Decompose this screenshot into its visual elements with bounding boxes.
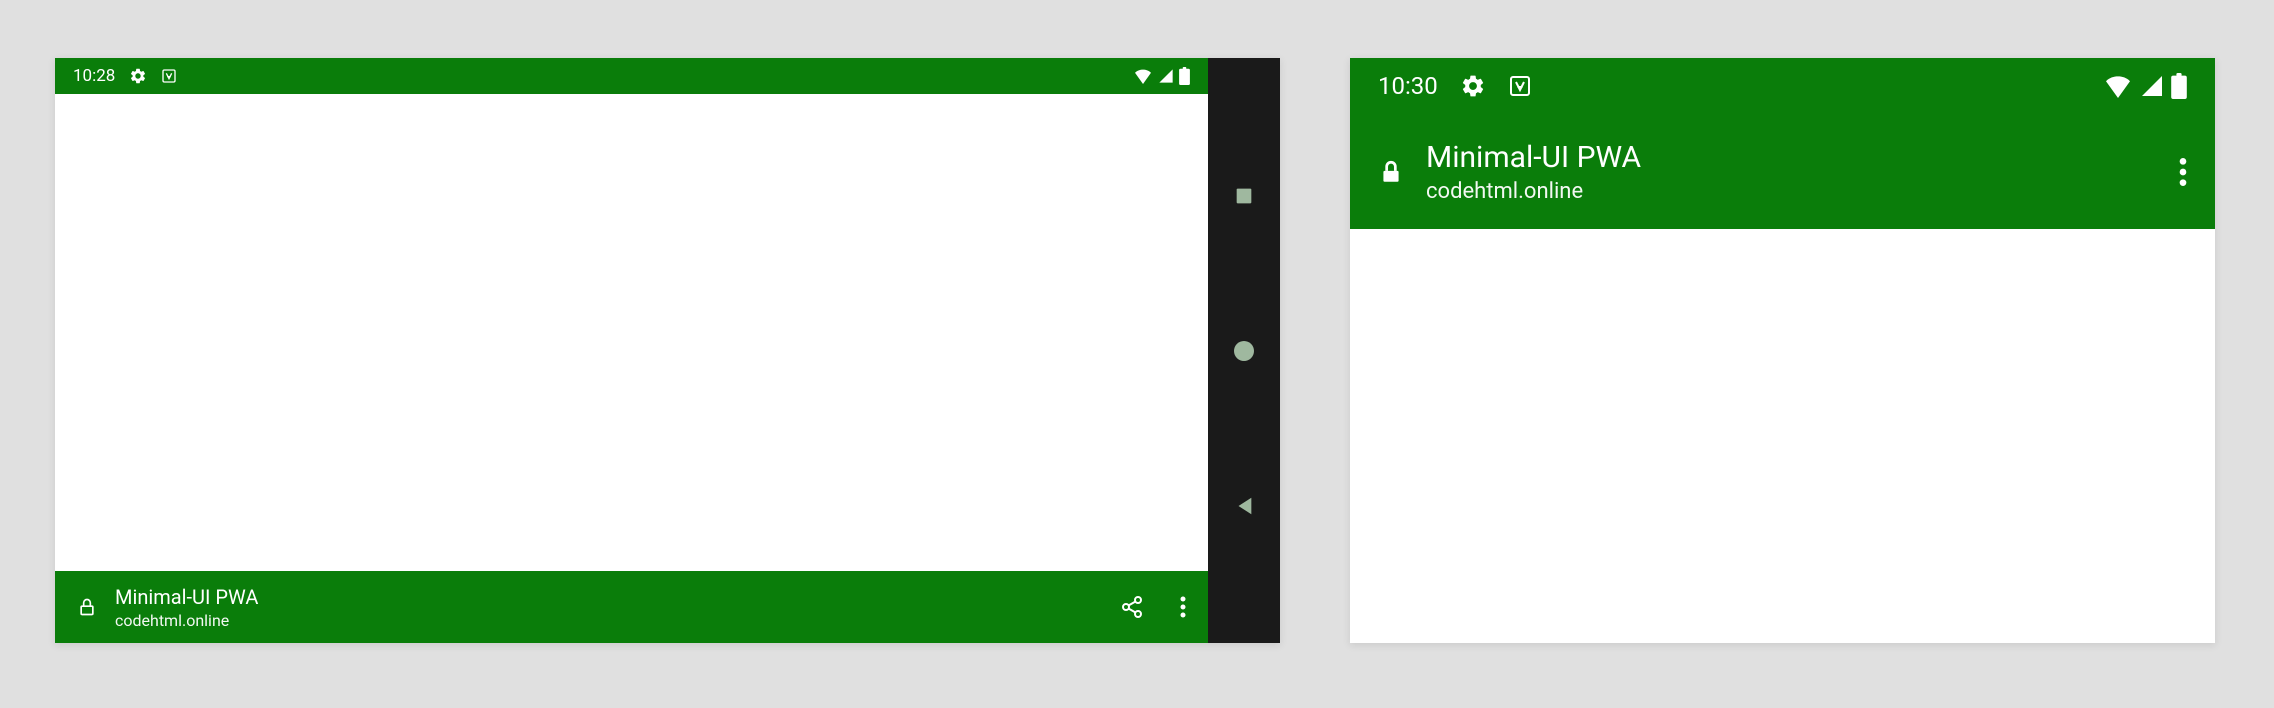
webview-content[interactable]	[55, 94, 1208, 571]
wifi-icon	[1133, 68, 1153, 84]
app-bar: Minimal-UI PWA codehtml.online	[55, 571, 1208, 643]
gear-icon	[1460, 73, 1486, 99]
app-title: Minimal-UI PWA	[115, 585, 258, 609]
device-landscape: 10:28	[55, 58, 1280, 643]
more-icon[interactable]	[2179, 156, 2187, 188]
back-button[interactable]	[1230, 492, 1258, 520]
home-button[interactable]	[1230, 337, 1258, 365]
status-bar: 10:30	[1350, 58, 2215, 114]
more-icon[interactable]	[1180, 595, 1186, 619]
signal-icon	[2139, 74, 2165, 98]
app-bar: Minimal-UI PWA codehtml.online	[1350, 114, 2215, 229]
battery-icon	[2171, 73, 2187, 99]
battery-icon	[1179, 67, 1190, 85]
text-icon	[161, 68, 177, 84]
lock-icon	[77, 595, 97, 619]
status-bar: 10:28	[55, 58, 1208, 94]
app-domain: codehtml.online	[115, 611, 258, 630]
device-portrait: 10:30	[1350, 58, 2215, 643]
status-time: 10:30	[1378, 72, 1438, 100]
gear-icon	[129, 67, 147, 85]
share-icon[interactable]	[1120, 595, 1144, 619]
app-domain: codehtml.online	[1426, 179, 1641, 204]
signal-icon	[1157, 68, 1175, 84]
webview-content[interactable]	[1350, 229, 2215, 643]
status-time: 10:28	[73, 66, 115, 86]
system-nav-bar	[1208, 58, 1280, 643]
wifi-icon	[2103, 74, 2133, 98]
text-icon	[1508, 74, 1532, 98]
overview-button[interactable]	[1230, 182, 1258, 210]
app-title: Minimal-UI PWA	[1426, 140, 1641, 175]
lock-icon	[1378, 156, 1404, 188]
